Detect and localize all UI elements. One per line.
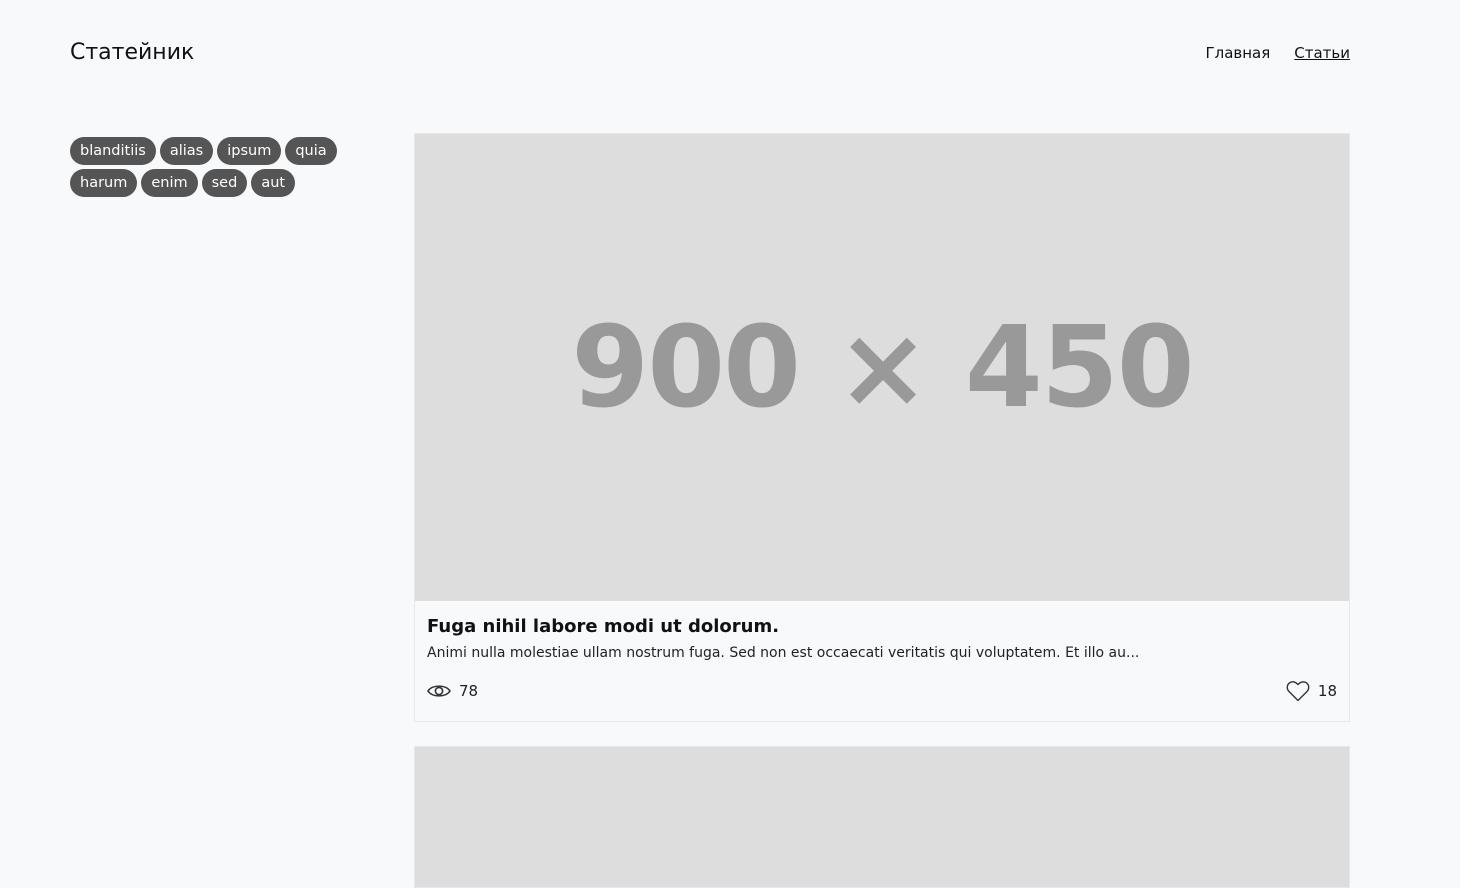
article-card-image-partial[interactable] (414, 746, 1350, 888)
heart-icon[interactable] (1286, 680, 1310, 702)
article-body: Fuga nihil labore modi ut dolorum. Animi… (415, 601, 1349, 721)
views-counter: 78 (427, 682, 478, 700)
main-nav: Главная Статьи (1205, 42, 1350, 64)
article-image[interactable]: 900 × 450 (415, 134, 1349, 601)
tag-sed[interactable]: sed (201, 169, 248, 197)
nav-link-articles[interactable]: Статьи (1294, 42, 1350, 64)
tags-sidebar: blanditiis alias ipsum quia harum enim s… (70, 137, 340, 197)
article-excerpt: Animi nulla molestiae ullam nostrum fuga… (427, 645, 1140, 661)
nav-link-home[interactable]: Главная (1205, 42, 1270, 64)
site-logo-link[interactable]: Статейник (70, 38, 194, 68)
tag-blanditiis[interactable]: blanditiis (70, 137, 156, 165)
tag-enim[interactable]: enim (141, 169, 198, 197)
article-meta: 78 18 (427, 679, 1337, 703)
tag-quia[interactable]: quia (285, 137, 337, 165)
views-count: 78 (459, 682, 479, 700)
tag-ipsum[interactable]: ipsum (217, 137, 282, 165)
article-title[interactable]: Fuga nihil labore modi ut dolorum. (427, 615, 1337, 639)
likes-count: 18 (1317, 682, 1337, 700)
tag-aut[interactable]: aut (251, 169, 296, 197)
site-header: Статейник Главная Статьи (70, 38, 1350, 68)
like-button[interactable]: 18 (1286, 680, 1337, 702)
tag-alias[interactable]: alias (159, 137, 214, 165)
image-placeholder-label: 900 × 450 (571, 302, 1194, 433)
articles-list: 900 × 450 Fuga nihil labore modi ut dolo… (414, 133, 1350, 888)
eye-icon (427, 683, 451, 699)
tag-harum[interactable]: harum (70, 169, 138, 197)
article-card: 900 × 450 Fuga nihil labore modi ut dolo… (414, 133, 1350, 722)
